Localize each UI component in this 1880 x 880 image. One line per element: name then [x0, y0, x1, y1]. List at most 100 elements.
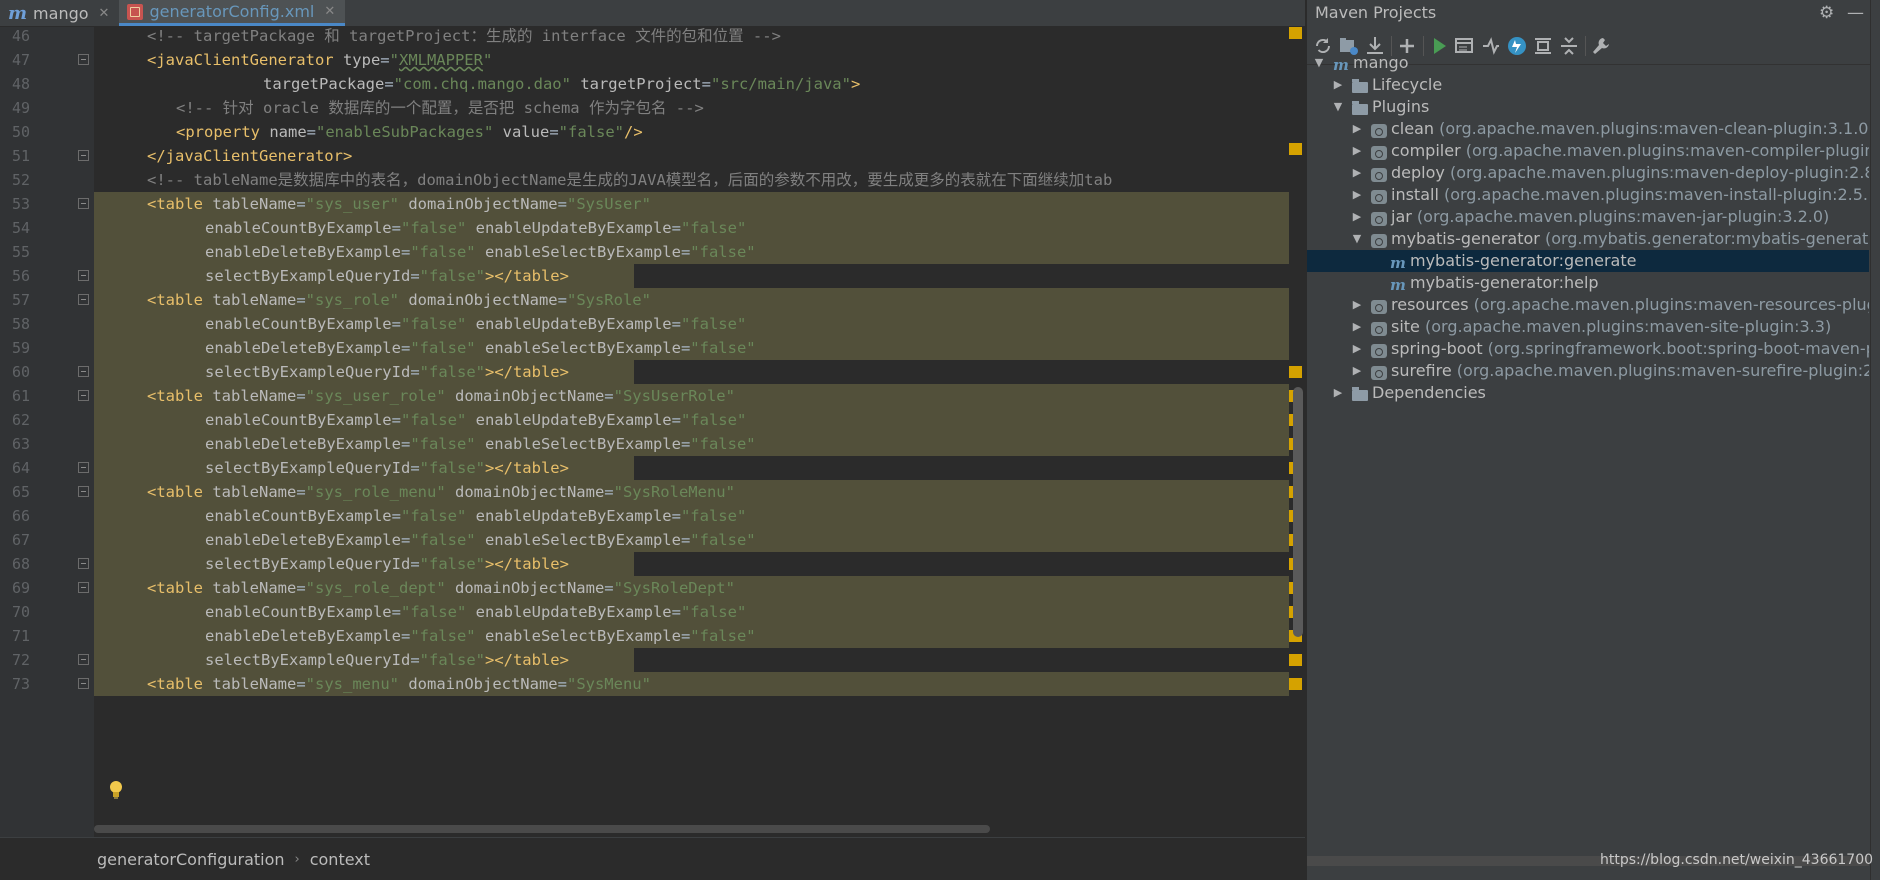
- fold-marker-icon[interactable]: [78, 150, 89, 161]
- fold-marker-icon[interactable]: [78, 486, 89, 497]
- tree-node-mybatis-generator-help[interactable]: m mybatis-generator:help: [1307, 272, 1869, 294]
- tree-node-mybatis-generator[interactable]: ▼ mybatis-generator (org.mybatis.generato…: [1307, 228, 1869, 250]
- chevron-right-icon[interactable]: ▶: [1351, 294, 1363, 316]
- code-line[interactable]: enableDeleteByExample="false" enableSele…: [94, 336, 1305, 360]
- code-editor[interactable]: 46 47 48 49 50 51 52 53 54 55 56 57 58 59 60 61 62 63 64 65…: [0, 27, 1305, 837]
- lifecycle-folder-icon: [1352, 79, 1368, 93]
- gear-icon[interactable]: ⚙: [1819, 3, 1834, 23]
- fold-marker-icon[interactable]: [78, 558, 89, 569]
- editor-gutter: 46 47 48 49 50 51 52 53 54 55 56 57 58 59 60 61 62 63 64 65…: [0, 27, 94, 837]
- chevron-down-icon[interactable]: ▼: [1332, 96, 1344, 118]
- code-token: =: [671, 411, 681, 429]
- tree-node-compiler[interactable]: ▶ compiler (org.apache.maven.plugins:mave…: [1307, 140, 1869, 162]
- fold-marker-icon[interactable]: [78, 654, 89, 665]
- code-token: "false": [558, 123, 624, 141]
- code-line[interactable]: <!-- targetPackage 和 targetProject：生成的 i…: [94, 27, 1305, 48]
- code-line[interactable]: enableDeleteByExample="false" enableSele…: [94, 624, 1305, 648]
- code-line[interactable]: <table tableName="sys_role_dept" domainO…: [94, 576, 1305, 600]
- code-line[interactable]: selectByExampleQueryId="false"></table>: [94, 456, 1305, 480]
- code-line[interactable]: selectByExampleQueryId="false"></table>: [94, 264, 1305, 288]
- code-token: "false": [680, 219, 747, 237]
- code-line[interactable]: enableCountByExample="false" enableUpdat…: [94, 312, 1305, 336]
- chevron-right-icon[interactable]: ▶: [1351, 360, 1363, 382]
- tab-mango[interactable]: m mango ✕: [0, 0, 119, 26]
- code-token: tableName: [212, 483, 297, 501]
- code-line[interactable]: enableCountByExample="false" enableUpdat…: [94, 600, 1305, 624]
- code-line[interactable]: selectByExampleQueryId="false"></table>: [94, 648, 1305, 672]
- fold-marker-icon[interactable]: [78, 270, 89, 281]
- chevron-right-icon[interactable]: ▶: [1351, 316, 1363, 338]
- code-token: =: [296, 483, 306, 501]
- code-area[interactable]: <!-- targetPackage 和 targetProject：生成的 i…: [94, 27, 1305, 837]
- editor-vertical-scrollbar[interactable]: [1293, 387, 1303, 637]
- tree-node-resources[interactable]: ▶ resources (org.apache.maven.plugins:mav…: [1307, 294, 1869, 316]
- tree-node-site[interactable]: ▶ site (org.apache.maven.plugins:maven-si…: [1307, 316, 1869, 338]
- code-line[interactable]: enableCountByExample="false" enableUpdat…: [94, 216, 1305, 240]
- tree-node-lifecycle[interactable]: ▶ Lifecycle: [1307, 74, 1869, 96]
- code-line[interactable]: <table tableName="sys_user_role" domainO…: [94, 384, 1305, 408]
- tree-node-spring-boot[interactable]: ▶ spring-boot (org.springframework.boot:s…: [1307, 338, 1869, 360]
- code-line[interactable]: <!-- 针对 oracle 数据库的一个配置，是否把 schema 作为字包名…: [94, 96, 1305, 120]
- code-line[interactable]: <table tableName="sys_role_menu" domainO…: [94, 480, 1305, 504]
- code-line[interactable]: <table tableName="sys_role" domainObject…: [94, 288, 1305, 312]
- tree-node-plugins[interactable]: ▼ Plugins: [1307, 96, 1869, 118]
- highlight-marker[interactable]: [1289, 654, 1302, 666]
- chevron-down-icon[interactable]: ▼: [1351, 228, 1363, 250]
- code-line[interactable]: enableDeleteByExample="false" enableSele…: [94, 432, 1305, 456]
- code-line[interactable]: <javaClientGenerator type="XMLMAPPER": [94, 48, 1305, 72]
- code-line[interactable]: </javaClientGenerator>: [94, 144, 1305, 168]
- fold-marker-icon[interactable]: [78, 54, 89, 65]
- chevron-right-icon[interactable]: ▶: [1351, 338, 1363, 360]
- chevron-right-icon[interactable]: ▶: [1351, 184, 1363, 206]
- chevron-right-icon[interactable]: ▶: [1332, 382, 1344, 404]
- code-line[interactable]: <table tableName="sys_user" domainObject…: [94, 192, 1305, 216]
- breadcrumb-item-context[interactable]: context: [310, 850, 370, 869]
- close-icon[interactable]: ✕: [99, 6, 110, 21]
- tree-node-mybatis-generator-generate[interactable]: m mybatis-generator:generate: [1307, 250, 1869, 272]
- tree-node-dependencies[interactable]: ▶ Dependencies: [1307, 382, 1869, 404]
- tree-node-jar[interactable]: ▶ jar (org.apache.maven.plugins:maven-jar…: [1307, 206, 1869, 228]
- code-line[interactable]: enableDeleteByExample="false" enableSele…: [94, 240, 1305, 264]
- fold-marker-icon[interactable]: [78, 678, 89, 689]
- chevron-right-icon[interactable]: ▶: [1332, 74, 1344, 96]
- code-line[interactable]: enableDeleteByExample="false" enableSele…: [94, 528, 1305, 552]
- highlight-marker[interactable]: [1289, 366, 1302, 378]
- fold-marker-icon[interactable]: [78, 198, 89, 209]
- code-line[interactable]: <property name="enableSubPackages" value…: [94, 120, 1305, 144]
- tab-generatorconfig-xml[interactable]: generatorConfig.xml ✕: [119, 0, 346, 26]
- fold-marker-icon[interactable]: [78, 294, 89, 305]
- editor-horizontal-scrollbar[interactable]: [94, 825, 990, 833]
- highlight-marker[interactable]: [1289, 678, 1302, 690]
- code-line[interactable]: selectByExampleQueryId="false"></table>: [94, 552, 1305, 576]
- minimize-icon[interactable]: —: [1847, 3, 1864, 23]
- code-line[interactable]: selectByExampleQueryId="false"></table>: [94, 360, 1305, 384]
- chevron-right-icon[interactable]: ▶: [1351, 140, 1363, 162]
- chevron-right-icon[interactable]: ▶: [1351, 206, 1363, 228]
- code-line[interactable]: <table tableName="sys_menu" domainObject…: [94, 672, 1305, 696]
- breadcrumb-item-generatorconfiguration[interactable]: generatorConfiguration: [97, 850, 285, 869]
- code-token: ": [482, 51, 493, 69]
- tree-node-install[interactable]: ▶ install (org.apache.maven.plugins:maven…: [1307, 184, 1869, 206]
- plugins-folder-icon: [1352, 101, 1368, 115]
- code-line[interactable]: enableCountByExample="false" enableUpdat…: [94, 504, 1305, 528]
- close-icon[interactable]: ✕: [324, 4, 335, 19]
- code-text: enableDeleteByExample="false" enableSele…: [205, 624, 756, 648]
- tree-node-clean[interactable]: ▶ clean (org.apache.maven.plugins:maven-c…: [1307, 118, 1869, 140]
- tree-node-surefire[interactable]: ▶ surefire (org.apache.maven.plugins:mave…: [1307, 360, 1869, 382]
- fold-marker-icon[interactable]: [78, 582, 89, 593]
- lightbulb-icon[interactable]: [108, 780, 124, 800]
- code-line[interactable]: targetPackage="com.chq.mango.dao" target…: [94, 72, 1305, 96]
- chevron-right-icon[interactable]: ▶: [1351, 162, 1363, 184]
- code-line[interactable]: <!-- tableName是数据库中的表名，domainObjectName是…: [94, 168, 1305, 192]
- chevron-down-icon[interactable]: ▼: [1313, 52, 1325, 74]
- tree-node-mango[interactable]: ▼ m mango: [1307, 52, 1869, 74]
- code-line[interactable]: enableCountByExample="false" enableUpdat…: [94, 408, 1305, 432]
- fold-marker-icon[interactable]: [78, 462, 89, 473]
- fold-marker-icon[interactable]: [78, 390, 89, 401]
- top-marker[interactable]: [1289, 27, 1302, 39]
- tree-node-deploy[interactable]: ▶ deploy (org.apache.maven.plugins:maven-…: [1307, 162, 1869, 184]
- fold-marker-icon[interactable]: [78, 366, 89, 377]
- warning-marker[interactable]: [1289, 143, 1302, 155]
- tree-node-label: mango: [1353, 52, 1408, 74]
- chevron-right-icon[interactable]: ▶: [1351, 118, 1363, 140]
